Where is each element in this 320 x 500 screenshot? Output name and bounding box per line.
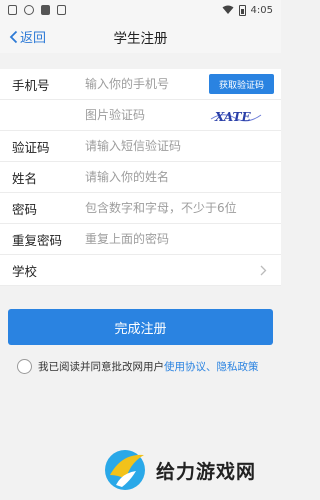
name-row: 姓名 bbox=[0, 162, 281, 193]
sms-code-input[interactable] bbox=[85, 139, 281, 153]
school-label: 学校 bbox=[12, 263, 38, 279]
phone-label: 手机号 bbox=[12, 77, 50, 93]
app-icon bbox=[57, 5, 66, 15]
repeat-password-input[interactable] bbox=[85, 232, 281, 246]
password-label: 密码 bbox=[12, 201, 38, 217]
complete-registration-button[interactable]: 完成注册 bbox=[8, 309, 273, 345]
sms-code-label: 验证码 bbox=[12, 139, 50, 155]
agreement-separator: 、 bbox=[206, 361, 217, 373]
page-title: 学生注册 bbox=[113, 30, 168, 47]
captcha-image[interactable]: XATE bbox=[209, 105, 263, 127]
name-label: 姓名 bbox=[12, 170, 38, 186]
agreement-text: 我已阅读并同意批改网用户使用协议、隐私政策 bbox=[38, 359, 259, 374]
watermark: 给力游戏网 bbox=[100, 445, 256, 495]
phone-row: 手机号 获取验证码 bbox=[0, 69, 281, 100]
watermark-text: 给力游戏网 bbox=[156, 460, 257, 483]
status-time: 4:05 bbox=[250, 4, 273, 16]
status-bar: 4:05 bbox=[0, 0, 281, 20]
password-row: 密码 bbox=[0, 193, 281, 224]
back-button[interactable]: 返回 bbox=[9, 27, 46, 46]
registration-form: 手机号 获取验证码 XATE 验证码 姓名 密码 重复密码 学校 bbox=[0, 69, 281, 286]
repeat-password-row: 重复密码 bbox=[0, 224, 281, 255]
status-icons-left bbox=[8, 5, 66, 15]
back-label: 返回 bbox=[20, 31, 47, 46]
chevron-right-icon bbox=[260, 265, 267, 276]
status-icons-right: 4:05 bbox=[222, 4, 273, 16]
lock-icon bbox=[41, 5, 50, 15]
navigation-bar: 返回 学生注册 bbox=[0, 20, 281, 53]
name-input[interactable] bbox=[85, 170, 281, 184]
chevron-left-icon bbox=[9, 30, 18, 43]
captcha-text: XATE bbox=[214, 110, 251, 124]
agreement-row: 我已阅读并同意批改网用户使用协议、隐私政策 bbox=[17, 359, 259, 374]
sms-code-row: 验证码 bbox=[0, 131, 281, 162]
captcha-row: XATE bbox=[0, 100, 281, 131]
get-sms-code-button[interactable]: 获取验证码 bbox=[209, 74, 274, 94]
battery-icon bbox=[238, 4, 246, 16]
terms-link[interactable]: 使用协议 bbox=[164, 361, 206, 373]
settings-icon bbox=[24, 5, 34, 15]
agreement-checkbox[interactable] bbox=[17, 359, 32, 374]
repeat-password-label: 重复密码 bbox=[12, 232, 63, 248]
watermark-logo-icon bbox=[105, 450, 145, 490]
password-input[interactable] bbox=[85, 201, 281, 215]
school-row[interactable]: 学校 bbox=[0, 255, 281, 286]
privacy-link[interactable]: 隐私政策 bbox=[217, 361, 259, 373]
wifi-icon bbox=[222, 5, 234, 14]
notification-icon bbox=[8, 5, 17, 15]
agreement-prefix: 我已阅读并同意批改网用户 bbox=[38, 361, 164, 373]
